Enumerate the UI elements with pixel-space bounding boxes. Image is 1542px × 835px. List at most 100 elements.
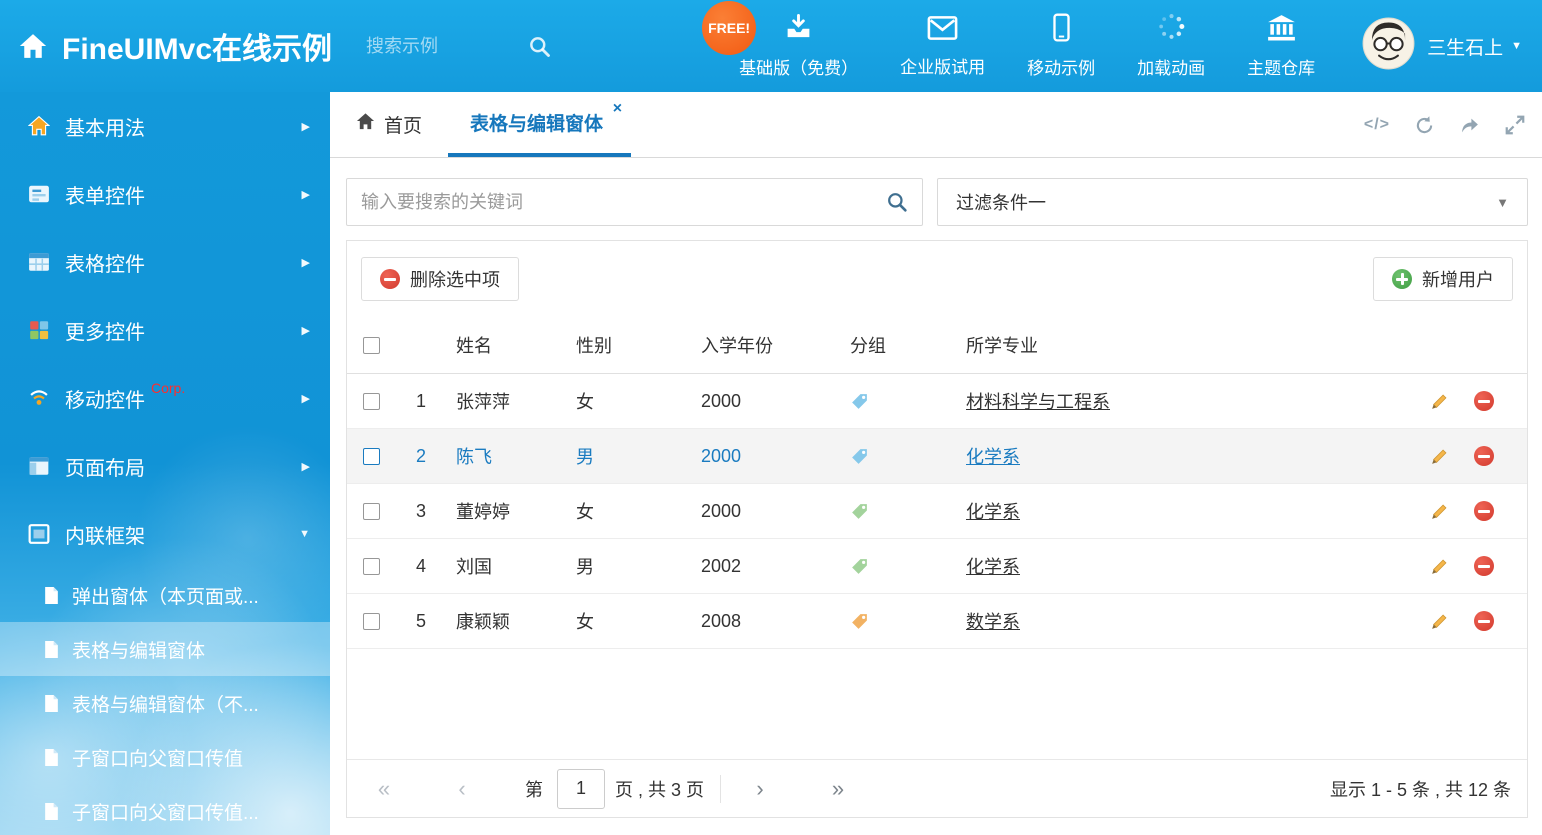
envelope-icon — [927, 15, 958, 46]
refresh-icon[interactable] — [1414, 115, 1435, 136]
minus-circle-icon — [380, 269, 400, 289]
sidebar-item-mobile-controls[interactable]: 移动控件 Corp. ▶ — [0, 364, 330, 432]
tag-icon — [850, 557, 869, 576]
nav-item-loading-animation[interactable]: 加载动画 — [1116, 0, 1226, 92]
nav-item-theme-repo[interactable]: 主题仓库 — [1226, 0, 1336, 92]
plus-circle-icon — [1392, 269, 1412, 289]
cell-gender: 男 — [567, 443, 692, 469]
home-icon — [26, 115, 52, 137]
table-row[interactable]: 5 康颖颖 女 2008 数学系 — [347, 594, 1527, 649]
add-user-button[interactable]: 新增用户 — [1373, 257, 1513, 301]
form-icon — [26, 183, 52, 205]
search-icon[interactable] — [886, 191, 908, 213]
row-number: 4 — [395, 556, 447, 577]
cell-gender: 女 — [567, 388, 692, 414]
cell-year: 2000 — [692, 446, 842, 467]
frame-icon — [26, 523, 52, 545]
sidebar-subitem-child-to-parent[interactable]: 子窗口向父窗口传值 — [0, 730, 330, 784]
delete-selected-button[interactable]: 删除选中项 — [361, 257, 519, 301]
table-row[interactable]: 1 张萍萍 女 2000 材料科学与工程系 — [347, 374, 1527, 429]
cell-gender: 女 — [567, 498, 692, 524]
cell-name: 董婷婷 — [447, 498, 567, 524]
next-page-button[interactable]: › — [739, 776, 781, 802]
delete-icon[interactable] — [1474, 556, 1494, 576]
sidebar-item-form-controls[interactable]: 表单控件 ▶ — [0, 160, 330, 228]
edit-icon[interactable] — [1429, 611, 1450, 632]
tab-grid-edit-window[interactable]: 表格与编辑窗体 × — [448, 92, 631, 157]
major-link[interactable]: 数学系 — [966, 612, 1020, 632]
delete-icon[interactable] — [1474, 501, 1494, 521]
mobile-icon — [1053, 13, 1070, 47]
nav-label: 移动示例 — [1027, 54, 1095, 79]
home-logo-icon[interactable] — [18, 31, 48, 61]
nav-item-mobile-demo[interactable]: 移动示例 — [1006, 0, 1116, 92]
table-row[interactable]: 4 刘国 男 2002 化学系 — [347, 539, 1527, 594]
page-number-input[interactable] — [557, 769, 605, 809]
sidebar-item-grid-controls[interactable]: 表格控件 ▶ — [0, 228, 330, 296]
edit-icon[interactable] — [1429, 556, 1450, 577]
delete-icon[interactable] — [1474, 446, 1494, 466]
blocks-icon — [26, 319, 52, 341]
edit-icon[interactable] — [1429, 391, 1450, 412]
header-search-input[interactable] — [366, 36, 516, 57]
nav-label: 主题仓库 — [1247, 54, 1315, 79]
filter-row: 过滤条件一 ▼ — [346, 178, 1528, 226]
user-menu[interactable]: 三生石上 ▼ — [1362, 17, 1522, 75]
keyword-search-input[interactable] — [361, 192, 886, 213]
tab-home[interactable]: 首页 — [330, 92, 448, 157]
close-icon[interactable]: × — [613, 101, 622, 117]
chevron-right-icon: ▶ — [302, 324, 310, 337]
sidebar-item-iframe[interactable]: 内联框架 ▼ — [0, 500, 330, 568]
delete-icon[interactable] — [1474, 611, 1494, 631]
share-icon[interactable] — [1459, 115, 1480, 136]
column-header-group: 分组 — [842, 332, 957, 358]
avatar — [1362, 17, 1415, 75]
major-link[interactable]: 化学系 — [966, 447, 1020, 467]
tab-bar: 首页 表格与编辑窗体 × </> — [330, 92, 1542, 158]
table-header-row: 姓名 性别 入学年份 分组 所学专业 — [347, 317, 1527, 374]
edit-icon[interactable] — [1429, 501, 1450, 522]
edit-icon[interactable] — [1429, 446, 1450, 467]
major-link[interactable]: 化学系 — [966, 557, 1020, 577]
tag-icon — [850, 447, 869, 466]
sidebar-subitem-popup-window[interactable]: 弹出窗体（本页面或... — [0, 568, 330, 622]
file-icon — [44, 748, 59, 767]
chevron-down-icon: ▼ — [1511, 40, 1522, 52]
select-all-checkbox[interactable] — [363, 337, 380, 354]
filter-dropdown[interactable]: 过滤条件一 ▼ — [937, 178, 1528, 226]
cell-gender: 女 — [567, 608, 692, 634]
major-link[interactable]: 材料科学与工程系 — [966, 392, 1110, 412]
sidebar-subitem-grid-edit-window-2[interactable]: 表格与编辑窗体（不... — [0, 676, 330, 730]
table-icon — [26, 251, 52, 273]
sidebar-subitem-grid-edit-window[interactable]: 表格与编辑窗体 — [0, 622, 330, 676]
major-link[interactable]: 化学系 — [966, 502, 1020, 522]
nav-item-enterprise-trial[interactable]: 企业版试用 — [879, 0, 1006, 92]
last-page-button[interactable]: » — [817, 776, 859, 802]
chevron-right-icon: ▶ — [302, 460, 310, 473]
source-code-icon[interactable]: </> — [1364, 116, 1390, 134]
user-name: 三生石上 — [1427, 33, 1503, 60]
keyword-search-box — [346, 178, 923, 226]
row-checkbox[interactable] — [363, 558, 380, 575]
sidebar-nav: 基本用法 ▶ 表单控件 ▶ 表格控件 ▶ 更多控件 ▶ 移动控件 Corp. ▶ — [0, 92, 330, 835]
nav-item-basic-free[interactable]: FREE! 基础版（免费） — [718, 0, 879, 92]
sidebar-item-more-controls[interactable]: 更多控件 ▶ — [0, 296, 330, 364]
table-row[interactable]: 2 陈飞 男 2000 化学系 — [347, 429, 1527, 484]
first-page-button[interactable]: « — [363, 776, 405, 802]
delete-icon[interactable] — [1474, 391, 1494, 411]
cell-name: 康颖颖 — [447, 608, 567, 634]
row-checkbox[interactable] — [363, 448, 380, 465]
row-checkbox[interactable] — [363, 393, 380, 410]
cell-year: 2000 — [692, 501, 842, 522]
row-checkbox[interactable] — [363, 503, 380, 520]
layout-icon — [26, 455, 52, 477]
table-row[interactable]: 3 董婷婷 女 2000 化学系 — [347, 484, 1527, 539]
expand-icon[interactable] — [1504, 114, 1526, 136]
sidebar-item-page-layout[interactable]: 页面布局 ▶ — [0, 432, 330, 500]
prev-page-button[interactable]: ‹ — [441, 776, 483, 802]
row-checkbox[interactable] — [363, 613, 380, 630]
sidebar-subitem-child-to-parent-2[interactable]: 子窗口向父窗口传值... — [0, 784, 330, 835]
search-icon[interactable] — [528, 35, 551, 58]
tag-icon — [850, 392, 869, 411]
sidebar-item-basic-usage[interactable]: 基本用法 ▶ — [0, 92, 330, 160]
